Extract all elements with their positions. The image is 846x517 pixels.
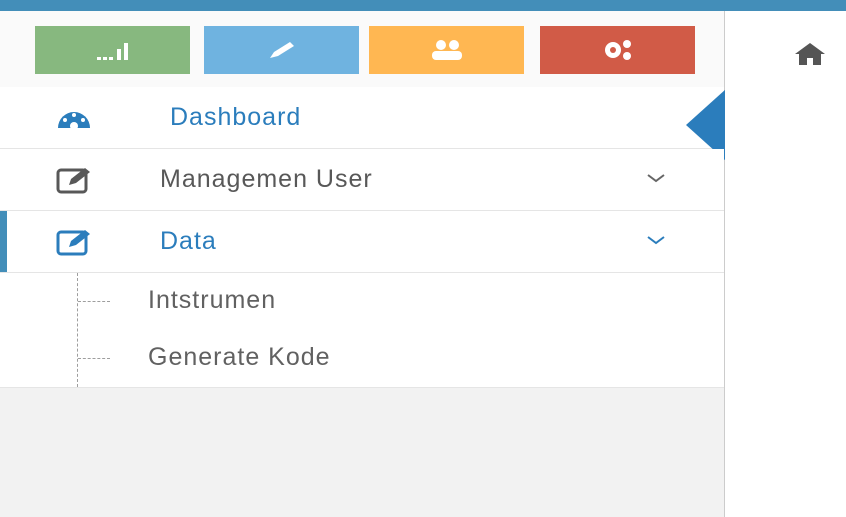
- users-icon: [431, 40, 462, 60]
- pencil-square-icon: [56, 168, 90, 194]
- sidebar: Dashboard Managemen User Data Intstrumen…: [0, 11, 726, 517]
- submenu-item-generate-kode[interactable]: Generate Kode: [0, 330, 724, 387]
- shortcut-button-pencil[interactable]: [204, 26, 359, 74]
- sidebar-item-label: Managemen User: [160, 165, 373, 193]
- home-icon[interactable]: [793, 41, 827, 67]
- sidebar-item-managemen-user[interactable]: Managemen User: [0, 149, 724, 211]
- sidebar-item-label: Dashboard: [170, 103, 302, 131]
- breadcrumb: [793, 41, 827, 72]
- pencil-icon: [269, 42, 294, 58]
- shortcut-button-users[interactable]: [369, 26, 524, 74]
- submenu-data: Intstrumen Generate Kode: [0, 273, 724, 388]
- sidebar-item-dashboard[interactable]: Dashboard: [0, 87, 726, 161]
- submenu-item-intstrumen[interactable]: Intstrumen: [0, 273, 724, 330]
- signal-icon: [96, 43, 128, 60]
- sidebar-nav: Dashboard Managemen User Data Intstrumen…: [0, 87, 726, 388]
- chevron-down-icon: [647, 174, 665, 183]
- cogs-icon: [604, 40, 631, 60]
- pencil-square-icon: [56, 230, 90, 256]
- main-content: [725, 11, 846, 517]
- tree-branch: [78, 301, 110, 302]
- submenu-item-label: Generate Kode: [148, 343, 331, 371]
- shortcut-button-signal[interactable]: [35, 26, 190, 74]
- sidebar-item-data[interactable]: Data: [0, 211, 724, 273]
- sidebar-shortcuts: [0, 11, 724, 88]
- top-navbar: [0, 0, 846, 11]
- submenu-item-label: Intstrumen: [148, 286, 277, 314]
- tree-branch: [78, 358, 110, 359]
- sidebar-item-label: Data: [160, 227, 217, 255]
- chevron-down-icon: [647, 236, 665, 245]
- shortcut-button-cogs[interactable]: [540, 26, 695, 74]
- tachometer-icon: [58, 112, 90, 130]
